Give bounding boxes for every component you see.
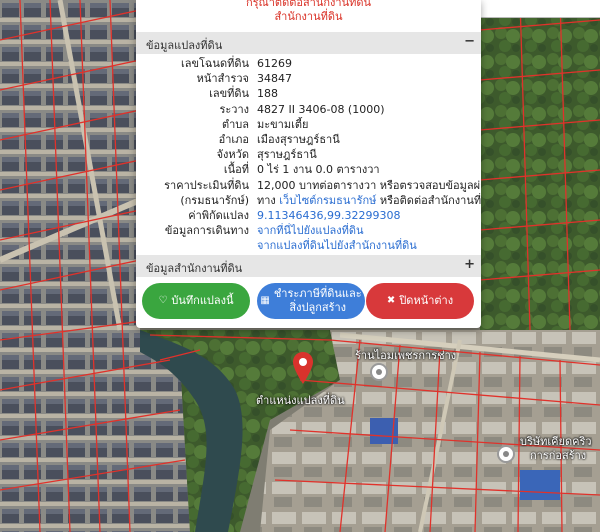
parcel-section-header[interactable]: ข้อมูลแปลงที่ดิน − — [136, 32, 481, 54]
collapse-icon[interactable]: − — [464, 34, 475, 49]
treasury-website-link[interactable]: เว็บไซต์กรมธนารักษ์ — [279, 194, 376, 207]
row-label: ราคาประเมินที่ดิน — [164, 178, 249, 192]
expand-icon[interactable]: + — [464, 257, 475, 272]
row-label: หน้าสำรวจ — [196, 72, 249, 86]
row-value: 61269 — [257, 57, 292, 70]
row-label — [136, 238, 253, 253]
row-label: เลขโฉนดที่ดิน — [181, 57, 249, 70]
row-label: อำเภอ — [218, 132, 249, 146]
row-label: ค่าพิกัดแปลง — [188, 208, 249, 222]
row-value: มะขามเตี้ย — [257, 117, 309, 131]
row-value-text: ทาง — [257, 193, 280, 207]
qr-code-icon: ▦ — [260, 295, 270, 306]
place-pin-icon[interactable] — [370, 363, 388, 381]
detail-row: อำเภอ เมืองสุราษฎร์ธานี — [136, 132, 481, 147]
office-section-header[interactable]: ข้อมูลสำนักงานที่ดิน + — [136, 255, 481, 277]
row-value-text: หรือติดต่อสำนักงานที่ดิน — [379, 193, 481, 207]
close-icon: ✖ — [386, 295, 396, 306]
save-parcel-button[interactable]: ♡ บันทึกแปลงนี้ — [142, 283, 250, 319]
directions-to-parcel-link[interactable]: จากที่นี่ไปยังแปลงที่ดิน — [253, 223, 481, 238]
detail-row: ระวาง 4827 II 3406-08 (1000) — [136, 102, 481, 117]
close-window-button[interactable]: ✖ ปิดหน้าต่าง — [366, 283, 474, 319]
pay-tax-label-line: สิ่งปลูกสร้าง — [289, 301, 347, 314]
office-section-title: ข้อมูลสำนักงานที่ดิน — [146, 262, 243, 275]
detail-row: เนื้อที่ 0 ไร่ 1 งาน 0.0 ตารางวา — [136, 162, 481, 177]
poi-label: การก่อสร้าง — [530, 449, 587, 462]
detail-row: (กรมธนารักษ์) ทาง เว็บไซต์กรมธนารักษ์ หรื… — [136, 193, 481, 208]
poi-label: ร้านไอมเพชรการช่าง — [355, 349, 457, 362]
row-value: ทาง เว็บไซต์กรมธนารักษ์ หรือติดต่อสำนักง… — [253, 193, 481, 208]
coordinates-link[interactable]: 9.11346436,99.32299308 — [253, 208, 481, 223]
parcel-section-title: ข้อมูลแปลงที่ดิน — [146, 39, 223, 52]
heart-icon: ♡ — [158, 295, 168, 306]
detail-row: จากแปลงที่ดินไปยังสำนักงานที่ดิน — [136, 238, 481, 253]
notice-text: กรุณาติดต่อสำนักงานที่ดิน สำนักงานที่ดิน — [136, 0, 481, 24]
detail-row: จังหวัด สุราษฎร์ธานี — [136, 147, 481, 162]
row-value: 188 — [257, 87, 278, 101]
row-label: เนื้อที่ — [223, 163, 249, 177]
detail-row: ค่าพิกัดแปลง 9.11346436,99.32299308 — [136, 208, 481, 223]
save-parcel-label: บันทึกแปลงนี้ — [171, 294, 234, 307]
parcel-details-list: เลขโฉนดที่ดิน 61269 หน้าสำรวจ 34847 เลขที่… — [136, 56, 481, 253]
row-label: ระวาง — [219, 102, 249, 116]
place-pin-icon[interactable] — [497, 445, 515, 463]
row-value: 12,000 บาทต่อตารางวา หรือตรวจสอบข้อมูลผ่… — [257, 178, 481, 192]
notice-line: สำนักงานที่ดิน — [274, 10, 343, 23]
detail-row: หน้าสำรวจ 34847 — [136, 71, 481, 86]
detail-row: เลขโฉนดที่ดิน 61269 — [136, 56, 481, 71]
row-value: 4827 II 3406-08 (1000) — [257, 102, 385, 116]
close-window-label: ปิดหน้าต่าง — [399, 294, 454, 307]
row-label: (กรมธนารักษ์) — [180, 193, 249, 207]
row-label: จังหวัด — [216, 148, 249, 162]
notice-line: กรุณาติดต่อสำนักงานที่ดิน — [245, 0, 372, 9]
detail-row: เลขที่ดิน 188 — [136, 86, 481, 101]
row-value: 0 ไร่ 1 งาน 0.0 ตารางวา — [257, 163, 380, 177]
parcel-info-popup: กรุณาติดต่อสำนักงานที่ดิน สำนักงานที่ดิน… — [136, 0, 481, 328]
directions-to-office-link[interactable]: จากแปลงที่ดินไปยังสำนักงานที่ดิน — [253, 238, 481, 253]
detail-row: ราคาประเมินที่ดิน 12,000 บาทต่อตารางวา หร… — [136, 178, 481, 193]
row-value: สุราษฎร์ธานี — [257, 148, 317, 162]
pay-tax-button[interactable]: ▦ ชำระภาษีที่ดินและ สิ่งปลูกสร้าง — [257, 283, 365, 319]
parcel-location-marker-icon[interactable] — [293, 352, 313, 388]
pay-tax-label: ชำระภาษีที่ดินและ สิ่งปลูกสร้าง — [274, 287, 362, 315]
row-value: เมืองสุราษฎร์ธานี — [257, 132, 340, 146]
row-value: 34847 — [257, 72, 292, 86]
row-label: ข้อมูลการเดินทาง — [164, 224, 249, 238]
row-label: ตำบล — [221, 117, 249, 131]
detail-row: ข้อมูลการเดินทาง จากที่นี่ไปยังแปลงที่ดิน — [136, 223, 481, 238]
row-label: เลขที่ดิน — [209, 87, 249, 101]
pay-tax-label-line: ชำระภาษีที่ดินและ — [273, 287, 362, 300]
marker-label: ตำแหน่งแปลงที่ดิน — [256, 394, 345, 407]
detail-row: ตำบล มะขามเตี้ย — [136, 117, 481, 132]
